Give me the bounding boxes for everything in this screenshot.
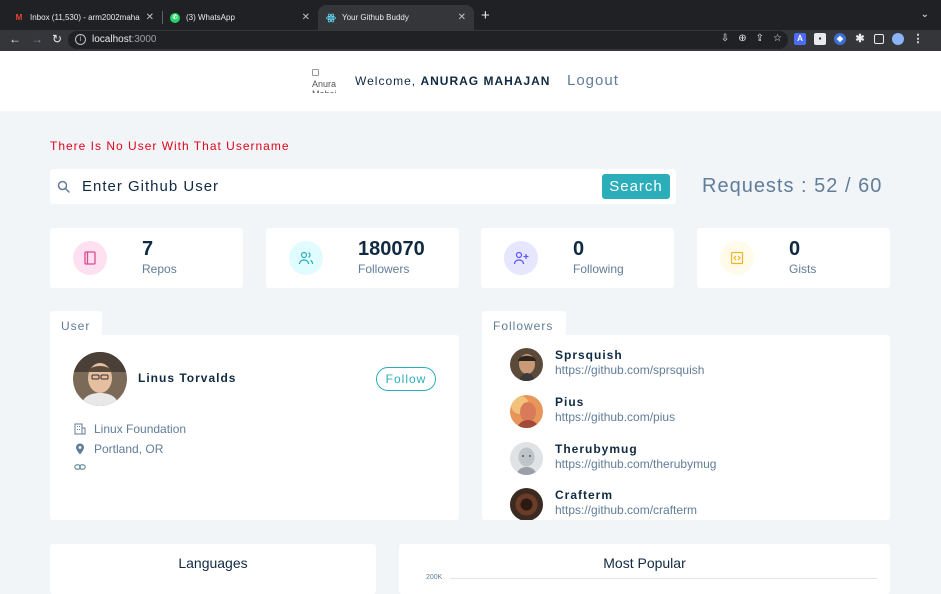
gmail-icon: M xyxy=(15,13,23,22)
user-card-tab: User xyxy=(50,311,102,335)
follower-url[interactable]: https://github.com/pius xyxy=(555,410,675,424)
user-company: Linux Foundation xyxy=(74,422,186,436)
kebab-menu-icon[interactable]: ⋮ xyxy=(912,33,924,45)
search-input[interactable] xyxy=(82,175,622,197)
extension-icon[interactable]: ▪ xyxy=(814,33,826,45)
close-tab-icon[interactable]: ✕ xyxy=(458,12,466,23)
avatar-alt-text: Anurag Mahajan xyxy=(312,79,336,93)
avatar: Anurag Mahajan xyxy=(312,69,336,93)
rate-limit-requests: Requests : 52 / 60 xyxy=(702,175,883,197)
stat-value: 0 xyxy=(789,238,801,260)
puzzle-extensions-icon[interactable]: ✱ xyxy=(854,33,866,45)
follower-url[interactable]: https://github.com/crafterm xyxy=(555,503,697,517)
site-info-icon[interactable]: i xyxy=(75,34,86,45)
translate-extension-icon[interactable]: A xyxy=(794,33,806,45)
follower-name: Pius xyxy=(555,395,585,409)
follower-avatar xyxy=(510,488,543,520)
y-axis-tick-label: 200K xyxy=(426,574,443,581)
follower-avatar xyxy=(510,442,543,475)
address-url: localhost:3000 xyxy=(92,34,157,45)
search-button[interactable]: Search xyxy=(602,174,670,199)
welcome-prefix: Welcome, xyxy=(355,74,421,88)
stat-card-followers: 180070 Followers xyxy=(266,228,459,288)
broken-image-icon xyxy=(312,69,319,76)
browser-tab-gmail[interactable]: M Inbox (11,530) - arm2002maha ✕ xyxy=(6,5,162,30)
browser-tab-github-buddy[interactable]: Your Github Buddy ✕ xyxy=(318,5,474,30)
logout-button[interactable]: Logout xyxy=(567,72,619,89)
follower-name: Sprsquish xyxy=(555,348,623,362)
users-icon xyxy=(289,241,323,275)
follower-name: Therubymug xyxy=(555,442,638,456)
stat-value: 7 xyxy=(142,238,154,260)
follower-url[interactable]: https://github.com/sprsquish xyxy=(555,363,704,377)
profile-avatar-icon[interactable] xyxy=(892,33,904,45)
react-icon xyxy=(326,13,336,23)
follower-url[interactable]: https://github.com/therubymug xyxy=(555,457,716,471)
side-panel-icon[interactable] xyxy=(874,34,884,44)
welcome-message: Welcome, ANURAG MAHAJAN xyxy=(355,74,550,88)
stat-card-repos: 7 Repos xyxy=(50,228,243,288)
stat-label: Following xyxy=(573,262,624,276)
zoom-icon[interactable]: ⊕ xyxy=(738,33,746,44)
shield-extension-icon[interactable]: ◆ xyxy=(834,33,846,45)
stat-card-gists: 0 Gists xyxy=(697,228,890,288)
stat-card-following: 0 Following xyxy=(481,228,674,288)
close-tab-icon[interactable]: ✕ xyxy=(146,12,154,23)
browser-tab-strip: M Inbox (11,530) - arm2002maha ✕ ✆ (3) W… xyxy=(0,0,941,30)
user-blog-link[interactable] xyxy=(74,461,94,473)
most-popular-chart-title: Most Popular xyxy=(603,555,686,571)
followers-card: Sprsquish https://github.com/sprsquish P… xyxy=(482,335,890,520)
tab-title: (3) WhatsApp xyxy=(186,13,235,22)
stat-label: Gists xyxy=(789,262,817,276)
whatsapp-icon: ✆ xyxy=(170,12,180,23)
new-tab-icon[interactable]: + xyxy=(481,7,490,24)
error-message: There Is No User With That Username xyxy=(50,139,290,153)
book-icon xyxy=(73,241,107,275)
user-full-name: Linus Torvalds xyxy=(138,371,237,385)
stat-value: 0 xyxy=(573,238,585,260)
languages-chart-title: Languages xyxy=(178,555,248,571)
follow-button[interactable]: Follow xyxy=(376,367,436,391)
tab-title: Your Github Buddy xyxy=(342,13,409,22)
search-icon xyxy=(57,180,70,193)
search-form: Search xyxy=(50,169,676,204)
stat-label: Followers xyxy=(358,262,410,276)
app-navbar: Anurag Mahajan Welcome, ANURAG MAHAJAN L… xyxy=(0,51,941,111)
tab-title: Inbox (11,530) - arm2002maha xyxy=(30,13,140,22)
url-host: localhost xyxy=(92,34,132,45)
welcome-user-name: ANURAG MAHAJAN xyxy=(420,74,551,88)
share-icon[interactable]: ⇪ xyxy=(756,33,764,44)
followers-card-tab: Followers xyxy=(482,311,566,335)
user-location: Portland, OR xyxy=(74,442,163,456)
user-card: Linus Torvalds Follow Linux Foundation P… xyxy=(50,335,459,520)
install-app-icon[interactable]: ⇩ xyxy=(721,33,729,44)
back-arrow-icon[interactable]: ← xyxy=(9,32,21,46)
bookmark-star-icon[interactable]: ☆ xyxy=(773,33,782,44)
map-pin-icon xyxy=(76,443,84,455)
follower-avatar xyxy=(510,348,543,381)
building-icon xyxy=(74,423,86,435)
url-port: :3000 xyxy=(131,34,157,45)
forward-arrow-icon[interactable]: → xyxy=(31,32,43,46)
chart-gridline xyxy=(450,578,877,579)
follower-avatar xyxy=(510,395,543,428)
user-plus-icon xyxy=(504,241,538,275)
code-icon xyxy=(720,241,754,275)
stat-value: 180070 xyxy=(358,238,425,260)
browser-toolbar: ← → ↻ i localhost:3000 ⇩ ⊕ ⇪ ☆ A ▪ ◆ ✱ ⋮ xyxy=(0,30,941,51)
location-text: Portland, OR xyxy=(94,442,164,456)
browser-tab-whatsapp[interactable]: ✆ (3) WhatsApp ✕ xyxy=(162,5,318,30)
address-bar[interactable]: i localhost:3000 ⇩ ⊕ ⇪ ☆ xyxy=(68,31,788,49)
close-tab-icon[interactable]: ✕ xyxy=(302,12,310,23)
tab-search-chevron-icon[interactable]: ⌄ xyxy=(921,9,929,20)
company-text: Linux Foundation xyxy=(94,422,187,436)
stat-label: Repos xyxy=(142,262,177,276)
link-icon xyxy=(74,464,86,470)
follower-name: Crafterm xyxy=(555,488,614,502)
reload-icon[interactable]: ↻ xyxy=(52,32,62,46)
user-avatar xyxy=(73,352,127,406)
